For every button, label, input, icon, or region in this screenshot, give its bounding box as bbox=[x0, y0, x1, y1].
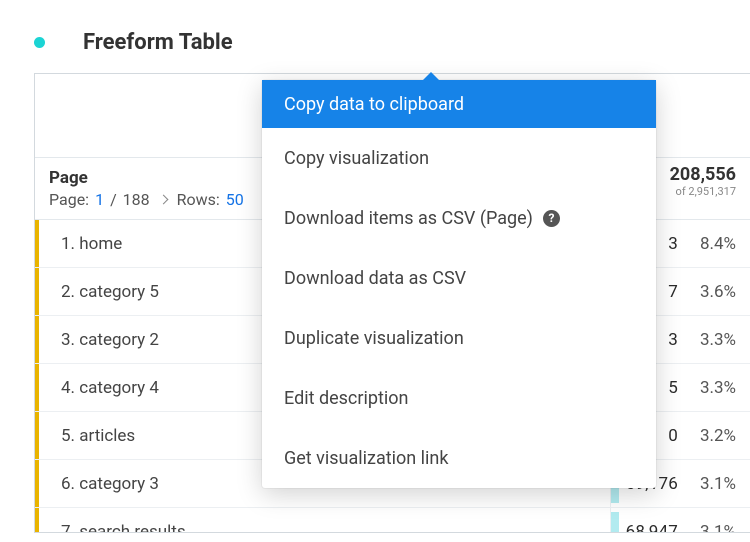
viz-title[interactable]: Freeform Table bbox=[83, 30, 233, 55]
row-index: 4. bbox=[61, 378, 79, 398]
dimension-value: home bbox=[79, 234, 122, 254]
metric-value: 68,947 bbox=[622, 522, 678, 534]
panel-header: Freeform Table bbox=[0, 0, 750, 73]
context-menu-item[interactable]: Download items as CSV (Page)? bbox=[262, 188, 656, 248]
dimension-value: category 5 bbox=[79, 282, 159, 302]
chevron-right-icon[interactable] bbox=[158, 194, 168, 204]
row-index: 3. bbox=[61, 330, 79, 350]
help-icon[interactable]: ? bbox=[543, 210, 560, 227]
row-index: 2. bbox=[61, 282, 79, 302]
dimension-cell[interactable]: 7. search results bbox=[39, 508, 610, 533]
metric-cell[interactable]: 68,947 3.1% bbox=[610, 508, 750, 533]
context-menu-item[interactable]: Edit description bbox=[262, 368, 656, 428]
context-menu-item-label: Edit description bbox=[284, 388, 408, 409]
pager-prefix: Page: bbox=[49, 190, 89, 209]
metric-percent: 8.4% bbox=[696, 234, 736, 254]
rows-prefix: Rows: bbox=[177, 190, 220, 209]
context-menu-item-label: Copy data to clipboard bbox=[284, 94, 464, 115]
context-menu-item[interactable]: Get visualization link bbox=[262, 428, 656, 488]
context-menu-item-label: Duplicate visualization bbox=[284, 328, 464, 349]
row-index: 7. bbox=[61, 522, 79, 534]
metric-percent: 3.2% bbox=[696, 426, 736, 446]
rows-per-page[interactable]: 50 bbox=[226, 190, 244, 209]
dimension-value: category 4 bbox=[79, 378, 159, 398]
metric-percent: 3.1% bbox=[696, 522, 736, 534]
context-menu-item[interactable]: Duplicate visualization bbox=[262, 308, 656, 368]
context-menu-item[interactable]: Download data as CSV bbox=[262, 248, 656, 308]
pager-total-pages: 188 bbox=[123, 190, 150, 209]
context-menu-item[interactable]: Copy data to clipboard bbox=[262, 80, 656, 128]
viz-type-dot[interactable] bbox=[34, 37, 45, 48]
context-menu-item-label: Copy visualization bbox=[284, 148, 429, 169]
dimension-value: category 3 bbox=[79, 474, 159, 494]
row-index: 5. bbox=[61, 426, 79, 446]
metric-percent: 3.6% bbox=[696, 282, 736, 302]
context-menu: Copy data to clipboard Copy visualization… bbox=[262, 80, 656, 488]
row-index: 1. bbox=[61, 234, 79, 254]
context-menu-item-label: Get visualization link bbox=[284, 448, 449, 469]
metric-percent: 3.3% bbox=[696, 330, 736, 350]
table-row[interactable]: 7. search results 68,947 3.1% bbox=[35, 508, 750, 533]
context-menu-item-label: Download items as CSV (Page) bbox=[284, 208, 533, 229]
pager-current-page[interactable]: 1 bbox=[95, 190, 104, 209]
row-index: 6. bbox=[61, 474, 79, 494]
dimension-value: articles bbox=[79, 426, 135, 446]
metric-percent: 3.3% bbox=[696, 378, 736, 398]
metric-percent: 3.1% bbox=[696, 474, 736, 494]
pager-separator: / bbox=[110, 190, 117, 209]
metric-bar bbox=[611, 512, 619, 533]
dimension-value: category 2 bbox=[79, 330, 159, 350]
dimension-value: search results bbox=[79, 522, 185, 534]
context-menu-item[interactable]: Copy visualization bbox=[262, 128, 656, 188]
context-menu-item-label: Download data as CSV bbox=[284, 268, 466, 289]
